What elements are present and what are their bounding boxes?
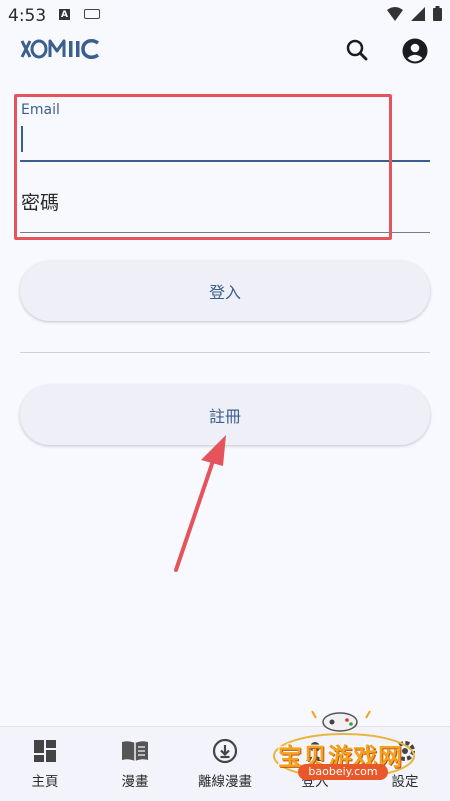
watermark-url: baobeiy.com <box>298 764 388 780</box>
app-notification-icon: A <box>59 9 70 20</box>
nav-label: 離線漫畫 <box>198 774 252 790</box>
battery-icon <box>433 6 442 21</box>
book-icon <box>122 741 148 761</box>
nav-label: 主頁 <box>31 774 59 790</box>
nav-item-offline[interactable]: 離線漫畫 <box>175 736 275 790</box>
annotation-arrow <box>174 435 226 572</box>
nav-item-comics[interactable]: 漫畫 <box>85 736 185 790</box>
status-indicators <box>387 6 442 21</box>
nav-label: 漫畫 <box>121 774 149 790</box>
signal-icon <box>411 6 425 21</box>
dashboard-icon <box>34 740 56 762</box>
highlight-box <box>14 94 392 240</box>
divider <box>20 352 430 353</box>
wifi-icon <box>387 6 403 21</box>
app-logo <box>20 37 112 65</box>
login-button[interactable]: 登入 <box>20 261 430 321</box>
download-circle-icon <box>212 738 238 764</box>
search-icon <box>346 39 368 61</box>
account-circle-icon <box>402 38 428 64</box>
status-time: 4:53 <box>8 6 47 26</box>
nav-item-home[interactable]: 主頁 <box>0 736 95 790</box>
search-button[interactable] <box>344 37 370 63</box>
keyboard-icon <box>84 9 100 19</box>
account-button[interactable] <box>401 37 429 65</box>
